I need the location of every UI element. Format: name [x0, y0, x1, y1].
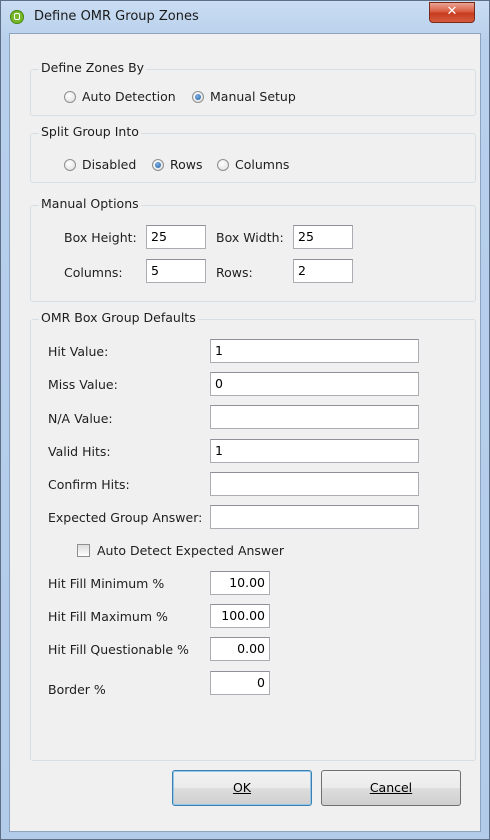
box-height-label: Box Height:: [64, 230, 137, 245]
confirm-hits-input[interactable]: [210, 472, 419, 496]
app-logo-icon: [10, 10, 24, 24]
radio-button-checked-icon[interactable]: [192, 90, 204, 103]
dialog-window: Define OMR Group Zones ✕ Define Zones By…: [0, 0, 490, 840]
omr-defaults-title: OMR Box Group Defaults: [39, 310, 198, 325]
radio-rows-label: Rows: [170, 157, 203, 172]
window-title: Define OMR Group Zones: [34, 9, 199, 24]
ok-button-label: OK: [232, 780, 252, 795]
radio-auto-detection[interactable]: Auto Detection: [64, 89, 176, 104]
hit-fill-questionable-input[interactable]: 0.00: [210, 637, 270, 661]
box-width-label: Box Width:: [216, 230, 284, 245]
na-value-label: N/A Value:: [48, 411, 113, 426]
na-value-input[interactable]: [210, 405, 419, 429]
expected-answer-label: Expected Group Answer:: [48, 510, 203, 525]
define-zones-title: Define Zones By: [39, 60, 147, 75]
hit-value-input[interactable]: 1: [210, 339, 419, 363]
box-width-input[interactable]: 25: [293, 225, 353, 249]
manual-options-group: [30, 205, 476, 302]
valid-hits-label: Valid Hits:: [48, 444, 111, 459]
hit-fill-questionable-label: Hit Fill Questionable %: [48, 642, 189, 657]
hit-fill-max-input[interactable]: 100.00: [210, 604, 270, 628]
cancel-button[interactable]: Cancel: [321, 770, 461, 806]
hit-value-label: Hit Value:: [48, 344, 109, 359]
radio-columns-label: Columns: [235, 157, 290, 172]
columns-input[interactable]: 5: [146, 259, 206, 283]
miss-value-input[interactable]: 0: [210, 372, 419, 396]
hit-fill-max-label: Hit Fill Maximum %: [48, 609, 168, 624]
radio-columns[interactable]: Columns: [217, 157, 289, 172]
cancel-button-label: Cancel: [369, 780, 413, 795]
radio-disabled[interactable]: Disabled: [64, 157, 136, 172]
radio-button-checked-icon[interactable]: [152, 158, 164, 171]
expected-answer-input[interactable]: [210, 505, 419, 529]
auto-detect-label: Auto Detect Expected Answer: [97, 543, 284, 558]
radio-button-icon[interactable]: [217, 158, 229, 171]
border-label: Border %: [48, 682, 106, 697]
radio-disabled-label: Disabled: [82, 157, 137, 172]
rows-label: Rows:: [216, 265, 253, 280]
box-height-input[interactable]: 25: [146, 225, 206, 249]
columns-label: Columns:: [64, 265, 123, 280]
close-button[interactable]: ✕: [429, 2, 475, 23]
rows-input[interactable]: 2: [293, 259, 353, 283]
manual-options-title: Manual Options: [39, 196, 141, 211]
radio-auto-detection-label: Auto Detection: [82, 89, 176, 104]
miss-value-label: Miss Value:: [48, 377, 118, 392]
auto-detect-checkbox[interactable]: Auto Detect Expected Answer: [77, 543, 284, 558]
ok-button[interactable]: OK: [172, 770, 312, 806]
hit-fill-min-label: Hit Fill Minimum %: [48, 576, 165, 591]
border-input[interactable]: 0: [210, 671, 270, 695]
title-bar[interactable]: Define OMR Group Zones ✕: [1, 1, 489, 33]
radio-rows[interactable]: Rows: [152, 157, 203, 172]
valid-hits-input[interactable]: 1: [210, 439, 419, 463]
dialog-client-area: Define Zones By Auto Detection Manual Se…: [9, 33, 481, 832]
checkbox-unchecked-icon[interactable]: [77, 544, 90, 557]
radio-manual-setup-label: Manual Setup: [210, 89, 296, 104]
confirm-hits-label: Confirm Hits:: [48, 477, 130, 492]
radio-manual-setup[interactable]: Manual Setup: [192, 89, 296, 104]
hit-fill-min-input[interactable]: 10.00: [210, 571, 270, 595]
radio-button-icon[interactable]: [64, 158, 76, 171]
radio-button-icon[interactable]: [64, 90, 76, 103]
split-group-title: Split Group Into: [39, 124, 141, 139]
